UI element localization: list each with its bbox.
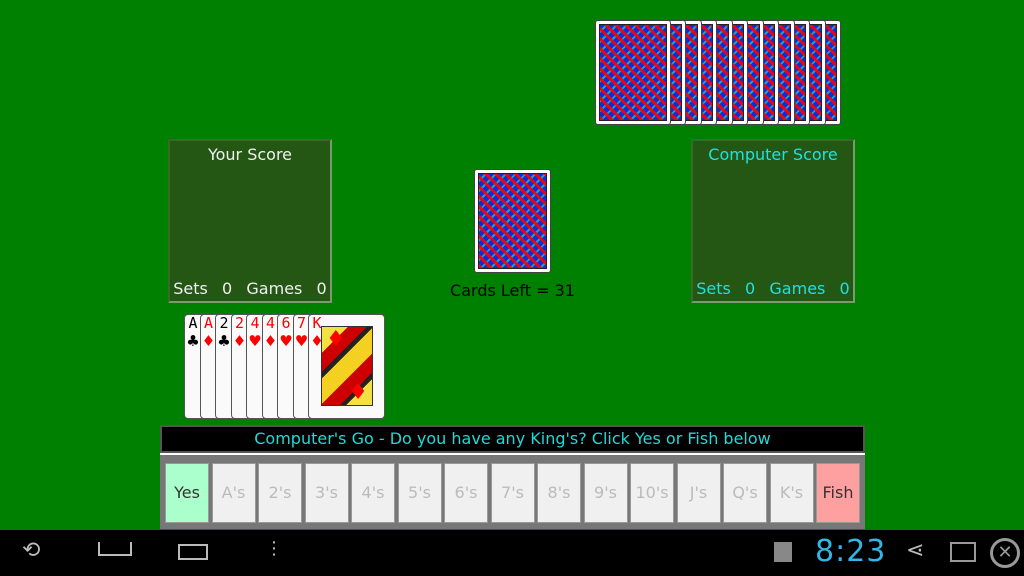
card-suit: ♣ bbox=[217, 332, 231, 350]
button-fish[interactable]: Fish bbox=[816, 463, 860, 523]
card-rank: 4 bbox=[250, 314, 260, 332]
button-ks[interactable]: K's bbox=[769, 463, 814, 523]
recent-apps-icon[interactable] bbox=[178, 544, 208, 560]
card-rank: 2 bbox=[219, 314, 229, 332]
play-store-icon[interactable] bbox=[774, 542, 792, 562]
share-icon[interactable]: ⋖ bbox=[906, 538, 924, 563]
card-suit: ♦ bbox=[263, 332, 278, 350]
button-9s[interactable]: 9's bbox=[583, 463, 628, 523]
king-face: ♦ ♦ bbox=[321, 326, 373, 406]
system-nav-bar: ⟲ ⋮ 8:23 ⋖ ✕ bbox=[0, 530, 1024, 576]
hand-card[interactable]: K ♦ ♦ ♦ bbox=[308, 314, 385, 419]
computer-score-panel: Computer Score Sets 0 Games 0 bbox=[691, 139, 855, 303]
button-yes[interactable]: Yes bbox=[165, 463, 209, 523]
button-5s[interactable]: 5's bbox=[397, 463, 442, 523]
card-suit: ♦ bbox=[232, 332, 247, 350]
button-3s[interactable]: 3's bbox=[304, 463, 349, 523]
your-score-values: Sets 0 Games 0 bbox=[173, 279, 327, 298]
computer-card-back bbox=[595, 20, 671, 125]
button-8s[interactable]: 8's bbox=[537, 463, 581, 523]
card-suit: ♥ bbox=[248, 332, 262, 350]
card-rank: A bbox=[188, 314, 198, 332]
action-bar: Yes A's 2's 3's 4's 5's 6's 7's 8's 9's 10's J's Q's… bbox=[160, 453, 865, 529]
message-bar: Computer's Go - Do you have any King's? … bbox=[160, 425, 865, 453]
card-suit: ♥ bbox=[279, 332, 293, 350]
close-icon[interactable]: ✕ bbox=[990, 538, 1020, 568]
card-rank: 6 bbox=[281, 314, 291, 332]
your-score-panel: Your Score Sets 0 Games 0 bbox=[168, 139, 332, 303]
card-rank: A bbox=[203, 314, 214, 332]
cards-left-label: Cards Left = 31 bbox=[450, 281, 575, 300]
card-suit: ♥ bbox=[294, 332, 309, 350]
back-icon[interactable]: ⟲ bbox=[22, 538, 40, 563]
button-js[interactable]: J's bbox=[676, 463, 721, 523]
computer-score-values: Sets 0 Games 0 bbox=[696, 279, 850, 298]
draw-pile[interactable] bbox=[474, 169, 551, 273]
card-suit: ♣ bbox=[186, 332, 200, 350]
button-10s[interactable]: 10's bbox=[630, 463, 674, 523]
button-qs[interactable]: Q's bbox=[723, 463, 767, 523]
card-rank: 2 bbox=[234, 314, 245, 332]
button-as[interactable]: A's bbox=[211, 463, 256, 523]
card-rank: 7 bbox=[296, 314, 307, 332]
button-6s[interactable]: 6's bbox=[444, 463, 488, 523]
window-icon[interactable] bbox=[950, 542, 976, 562]
computer-score-title: Computer Score bbox=[708, 145, 838, 164]
menu-icon[interactable]: ⋮ bbox=[265, 538, 283, 559]
card-rank: 4 bbox=[265, 314, 276, 332]
button-2s[interactable]: 2's bbox=[258, 463, 302, 523]
clock: 8:23 bbox=[815, 534, 887, 569]
button-7s[interactable]: 7's bbox=[490, 463, 535, 523]
your-score-title: Your Score bbox=[207, 145, 293, 164]
card-suit: ♦ bbox=[201, 332, 216, 350]
button-4s[interactable]: 4's bbox=[351, 463, 395, 523]
home-icon[interactable] bbox=[98, 542, 132, 556]
